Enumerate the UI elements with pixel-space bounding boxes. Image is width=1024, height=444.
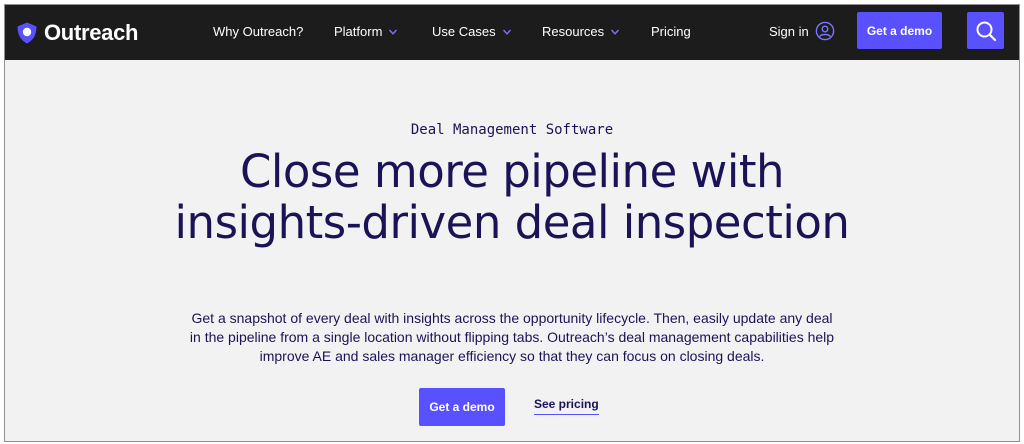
hero-description: Get a snapshot of every deal with insigh… — [189, 310, 835, 364]
top-navigation: Outreach Why Outreach? Platform Use Case… — [5, 5, 1019, 60]
nav-why-outreach[interactable]: Why Outreach? — [213, 24, 303, 39]
chevron-down-icon — [611, 29, 620, 35]
search-button[interactable] — [967, 12, 1004, 49]
nav-item-label: Platform — [334, 24, 383, 39]
outreach-logo[interactable]: Outreach — [15, 20, 138, 46]
nav-item-label: Resources — [542, 24, 605, 39]
nav-item-label: Why Outreach? — [213, 24, 304, 39]
nav-use-cases[interactable]: Use Cases — [432, 24, 512, 39]
search-icon — [976, 21, 996, 41]
sign-in-label: Sign in — [769, 23, 809, 39]
hero-eyebrow: Deal Management Software — [410, 122, 614, 138]
nav-item-label: Pricing — [651, 24, 691, 39]
chevron-down-icon — [502, 29, 511, 35]
get-demo-button-nav[interactable]: Get a demo — [857, 12, 942, 49]
nav-platform[interactable]: Platform — [334, 24, 398, 39]
outreach-logo-icon — [17, 22, 37, 44]
see-pricing-link[interactable]: See pricing — [534, 397, 599, 415]
page-frame: Outreach Why Outreach? Platform Use Case… — [4, 4, 1020, 442]
logo-text: Outreach — [44, 20, 139, 45]
sign-in-link[interactable]: Sign in — [769, 21, 835, 41]
chevron-down-icon — [389, 29, 398, 35]
nav-item-label: Use Cases — [432, 24, 496, 39]
user-icon — [815, 21, 835, 41]
nav-resources[interactable]: Resources — [542, 24, 620, 39]
hero-headline: Close more pipeline with insights-driven… — [174, 145, 850, 249]
nav-pricing[interactable]: Pricing — [651, 24, 691, 39]
get-demo-button[interactable]: Get a demo — [419, 388, 505, 426]
